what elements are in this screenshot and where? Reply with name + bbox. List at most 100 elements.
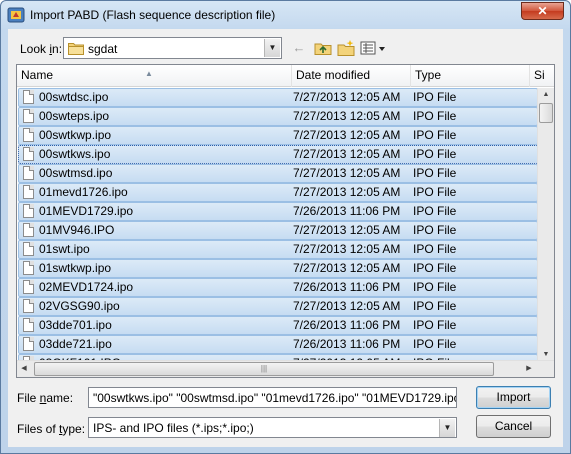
file-name-cell: 00swtkws.ipo [39, 147, 111, 161]
look-in-value: sgdat [88, 42, 118, 56]
file-type-cell: IPO File [413, 166, 457, 180]
file-icon [23, 147, 34, 161]
close-button[interactable]: ✕ [521, 2, 564, 20]
view-menu-icon[interactable] [359, 38, 387, 58]
dialog-body: Look in: sgdat ▼ ← Name ▲ Date modified … [8, 29, 563, 447]
date-modified-cell: 7/26/2013 11:06 PM [293, 204, 401, 218]
date-modified-cell: 7/27/2013 12:05 AM [293, 185, 401, 199]
date-modified-cell: 7/27/2013 12:05 AM [293, 261, 401, 275]
date-modified-cell: 7/27/2013 12:05 AM [293, 299, 401, 313]
sort-ascending-icon: ▲ [145, 69, 153, 78]
file-type-cell: IPO File [413, 109, 457, 123]
app-icon [7, 7, 25, 23]
column-header-type[interactable]: Type [411, 65, 530, 87]
date-modified-cell: 7/26/2013 11:06 PM [293, 337, 401, 351]
file-icon [23, 90, 34, 104]
file-name-cell: 00swtdsc.ipo [39, 90, 109, 104]
file-row[interactable]: 03dde721.ipo 7/26/2013 11:06 PM IPO File [17, 335, 538, 354]
file-row[interactable]: 00swtkwp.ipo 7/27/2013 12:05 AM IPO File [17, 126, 538, 145]
chevron-down-icon[interactable]: ▼ [264, 39, 280, 57]
date-modified-cell: 7/26/2013 11:06 PM [293, 280, 401, 294]
import-button[interactable]: Import [476, 386, 551, 409]
file-type-cell: IPO File [413, 147, 457, 161]
file-row[interactable]: 01mevd1726.ipo 7/27/2013 12:05 AM IPO File [17, 183, 538, 202]
row-highlight [18, 240, 538, 259]
file-name-cell: 00swtmsd.ipo [39, 166, 113, 180]
file-icon [23, 318, 34, 332]
file-type-cell: IPO File [413, 318, 457, 332]
file-name-cell: 01mevd1726.ipo [39, 185, 128, 199]
date-modified-cell: 7/27/2013 12:05 AM [293, 223, 401, 237]
file-icon [23, 261, 34, 275]
file-row[interactable]: 00swtmsd.ipo 7/27/2013 12:05 AM IPO File [17, 164, 538, 183]
file-list[interactable]: Name ▲ Date modified Type Si 00swtdsc.ipo… [16, 64, 555, 378]
scroll-up-icon[interactable]: ▲ [538, 88, 554, 102]
scroll-left-icon[interactable]: ◀ [17, 361, 31, 377]
scroll-right-icon[interactable]: ▶ [522, 361, 536, 377]
back-icon[interactable]: ← [288, 38, 310, 58]
file-name-label: File name: [17, 391, 74, 405]
folder-icon [68, 43, 84, 55]
window-title: Import PABD (Flash sequence description … [30, 8, 276, 22]
file-type-cell: IPO File [413, 242, 457, 256]
date-modified-cell: 7/26/2013 11:06 PM [293, 318, 401, 332]
files-of-type-dropdown[interactable]: IPS- and IPO files (*.ips;*.ipo;) ▼ [88, 417, 457, 438]
file-row[interactable]: 01MV946.IPO 7/27/2013 12:05 AM IPO File [17, 221, 538, 240]
file-type-cell: IPO File [413, 185, 457, 199]
column-header-size[interactable]: Si [530, 65, 554, 87]
file-row[interactable]: 02MEVD1724.ipo 7/26/2013 11:06 PM IPO File [17, 278, 538, 297]
file-row[interactable]: 01MEVD1729.ipo 7/26/2013 11:06 PM IPO File [17, 202, 538, 221]
file-icon [23, 223, 34, 237]
file-row[interactable]: 01swt.ipo 7/27/2013 12:05 AM IPO File [17, 240, 538, 259]
file-icon [23, 185, 34, 199]
up-folder-icon[interactable] [312, 38, 334, 58]
file-type-cell: IPO File [413, 261, 457, 275]
vertical-scroll-thumb[interactable] [539, 103, 553, 123]
cancel-button[interactable]: Cancel [476, 415, 551, 438]
file-type-cell: IPO File [413, 299, 457, 313]
file-row[interactable]: 03dde701.ipo 7/26/2013 11:06 PM IPO File [17, 316, 538, 335]
title-bar[interactable]: Import PABD (Flash sequence description … [1, 1, 570, 29]
file-name-cell: 01swtkwp.ipo [39, 261, 112, 275]
file-row[interactable]: 00swtkws.ipo 7/27/2013 12:05 AM IPO File [17, 145, 538, 164]
file-name-cell: 00swtkwp.ipo [39, 128, 112, 142]
date-modified-cell: 7/27/2013 12:05 AM [293, 242, 401, 256]
file-name-cell: 03dde701.ipo [39, 318, 112, 332]
files-of-type-value: IPS- and IPO files (*.ips;*.ipo;) [93, 421, 254, 435]
look-in-label: Look in: [20, 42, 63, 56]
horizontal-scrollbar[interactable]: ◀ ||| ▶ [17, 360, 554, 377]
file-name-cell: 01MEVD1729.ipo [39, 204, 134, 218]
file-type-cell: IPO File [413, 204, 457, 218]
file-row[interactable]: 01swtkwp.ipo 7/27/2013 12:05 AM IPO File [17, 259, 538, 278]
file-row[interactable]: 00swtdsc.ipo 7/27/2013 12:05 AM IPO File [17, 88, 538, 107]
file-name-cell: 02MEVD1724.ipo [39, 280, 134, 294]
file-icon [23, 337, 34, 351]
chevron-down-icon[interactable]: ▼ [439, 419, 455, 437]
column-header-date[interactable]: Date modified [292, 65, 411, 87]
file-row[interactable]: 02VGSG90.ipo 7/27/2013 12:05 AM IPO File [17, 297, 538, 316]
date-modified-cell: 7/27/2013 12:05 AM [293, 147, 401, 161]
files-of-type-label: Files of type: [17, 422, 86, 436]
date-modified-cell: 7/27/2013 12:05 AM [293, 109, 401, 123]
file-name-cell: 00swteps.ipo [39, 109, 110, 123]
vertical-scrollbar[interactable]: ▲ ▼ [537, 88, 554, 362]
import-dialog: Import PABD (Flash sequence description … [0, 0, 571, 454]
list-header: Name ▲ Date modified Type Si [17, 65, 554, 87]
file-name-input[interactable]: "00swtkws.ipo" "00swtmsd.ipo" "01mevd172… [88, 387, 457, 408]
look-in-dropdown[interactable]: sgdat ▼ [63, 37, 282, 59]
horizontal-scroll-thumb[interactable]: ||| [34, 362, 494, 376]
date-modified-cell: 7/27/2013 12:05 AM [293, 90, 401, 104]
date-modified-cell: 7/27/2013 12:05 AM [293, 128, 401, 142]
file-icon [23, 299, 34, 313]
file-row[interactable]: 00swteps.ipo 7/27/2013 12:05 AM IPO File [17, 107, 538, 126]
file-name-cell: 01MV946.IPO [39, 223, 115, 237]
file-type-cell: IPO File [413, 223, 457, 237]
file-icon [23, 280, 34, 294]
file-type-cell: IPO File [413, 128, 457, 142]
file-type-cell: IPO File [413, 280, 457, 294]
column-header-name[interactable]: Name ▲ [17, 65, 292, 87]
file-name-cell: 01swt.ipo [39, 242, 90, 256]
file-icon [23, 166, 34, 180]
file-name-cell: 03dde721.ipo [39, 337, 112, 351]
new-folder-icon[interactable] [335, 38, 357, 58]
